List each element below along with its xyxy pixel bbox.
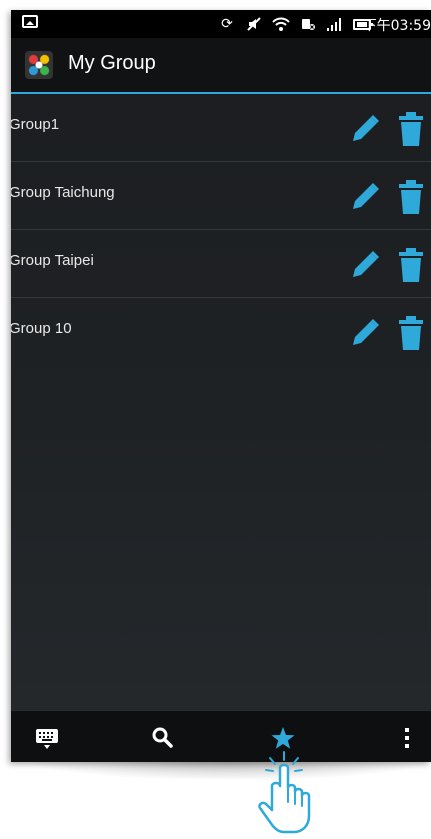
group-name: Group1	[11, 116, 60, 133]
trash-icon[interactable]	[397, 248, 425, 282]
pencil-icon[interactable]	[349, 181, 381, 213]
list-item[interactable]: Group Taipei	[11, 230, 431, 298]
sync-icon: ⟳	[221, 16, 233, 32]
star-icon[interactable]	[270, 725, 296, 751]
trash-icon[interactable]	[397, 112, 425, 146]
overflow-menu-icon[interactable]	[394, 725, 420, 751]
usb-icon	[299, 16, 317, 32]
status-bar: ⟳ 下午03:59	[11, 10, 431, 38]
list-item[interactable]: Group Taichung	[11, 162, 431, 230]
phone-screen: ⟳ 下午03:59 My Group Group1 Group Taichung…	[11, 10, 431, 762]
app-logo-icon[interactable]	[25, 51, 53, 79]
image-notification-icon	[22, 15, 38, 28]
search-icon[interactable]	[150, 725, 176, 751]
group-name: Group 10	[11, 320, 72, 337]
list-item[interactable]: Group 10	[11, 298, 431, 365]
group-name: Group Taichung	[11, 184, 115, 201]
keyboard-icon[interactable]	[34, 725, 60, 751]
status-time: 下午03:59	[362, 18, 431, 34]
signal-icon	[326, 16, 344, 32]
status-icons: ⟳	[218, 15, 373, 33]
pencil-icon[interactable]	[349, 249, 381, 281]
list-item[interactable]: Group1	[11, 94, 431, 162]
group-name: Group Taipei	[11, 252, 94, 269]
trash-icon[interactable]	[397, 316, 425, 350]
wifi-icon	[272, 16, 290, 32]
pencil-icon[interactable]	[349, 113, 381, 145]
group-list: Group1 Group Taichung Group Taipei Group…	[11, 94, 431, 365]
trash-icon[interactable]	[397, 180, 425, 214]
bottom-action-bar	[11, 710, 431, 762]
tap-hand-icon	[248, 750, 328, 835]
action-bar: My Group	[11, 38, 431, 94]
mute-icon	[245, 16, 263, 32]
pencil-icon[interactable]	[349, 317, 381, 349]
page-title: My Group	[68, 52, 156, 74]
